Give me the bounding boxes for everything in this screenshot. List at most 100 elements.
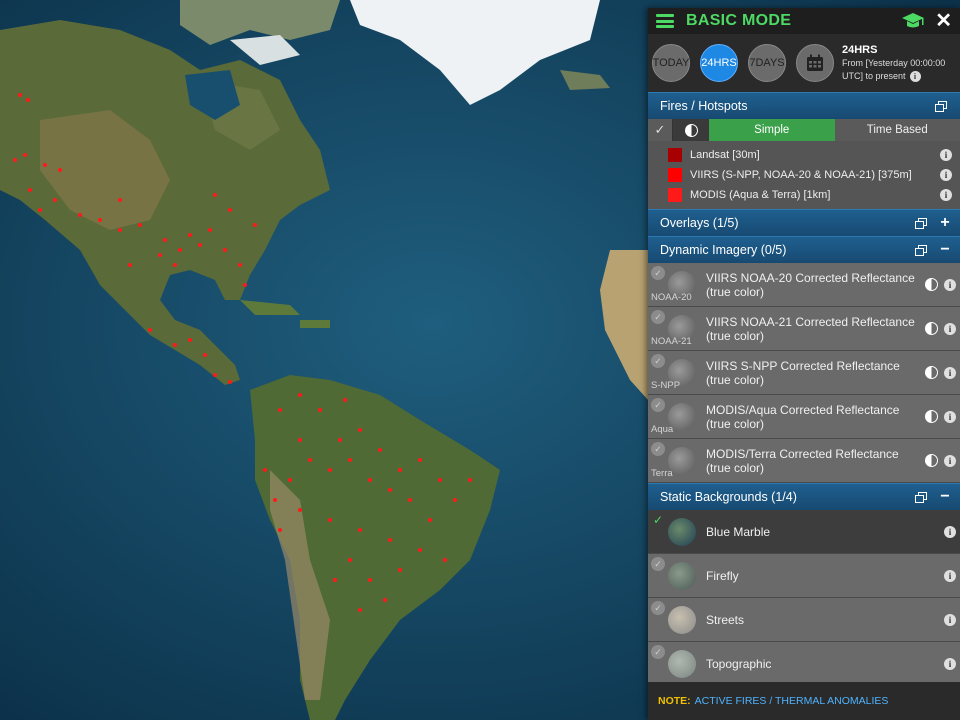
layer-tag: NOAA-21 [651, 336, 692, 347]
info-icon[interactable]: i [940, 189, 952, 201]
info-icon[interactable]: i [944, 657, 956, 670]
opacity-icon[interactable] [925, 366, 938, 379]
fires-section-header[interactable]: Fires / Hotspots [648, 92, 960, 119]
layer-item[interactable]: ✓ NOAA-20 VIIRS NOAA-20 Corrected Reflec… [648, 263, 960, 307]
info-icon[interactable]: i [944, 569, 956, 582]
dynamic-layer-list: ✓ NOAA-20 VIIRS NOAA-20 Corrected Reflec… [648, 263, 960, 483]
collapse-icon[interactable]: − [940, 488, 950, 506]
calendar-button[interactable] [796, 44, 834, 82]
note-bar: NOTE: ACTIVE FIRES / THERMAL ANOMALIES [648, 682, 960, 720]
close-icon[interactable]: ✕ [935, 11, 952, 31]
static-section-header[interactable]: Static Backgrounds (1/4) − [648, 483, 960, 510]
layer-name: Blue Marble [706, 524, 771, 539]
fires-mode-tabs: ✓ Simple Time Based [648, 119, 960, 141]
legend-item: MODIS (Aqua & Terra) [1km] i [668, 185, 960, 205]
layer-checkbox[interactable]: ✓ [651, 557, 665, 571]
legend-swatch [668, 168, 682, 182]
layer-tag: Terra [651, 468, 673, 479]
info-icon[interactable]: i [944, 322, 956, 335]
layer-thumbnail [668, 605, 696, 634]
menu-icon[interactable] [656, 14, 674, 28]
24hrs-button[interactable]: 24HRS [700, 44, 738, 82]
info-icon[interactable]: i [940, 169, 952, 181]
copy-icon[interactable] [915, 492, 927, 503]
time-range-bar: TODAY 24HRS 7DAYS 24HRS From [Yesterday … [648, 34, 960, 92]
calendar-icon [807, 54, 823, 71]
layer-checkbox[interactable]: ✓ [651, 513, 665, 527]
layer-name: Streets [706, 612, 745, 627]
select-all-checkbox[interactable]: ✓ [648, 119, 673, 141]
note-link[interactable]: ACTIVE FIRES / THERMAL ANOMALIES [695, 695, 889, 707]
7days-button[interactable]: 7DAYS [748, 44, 786, 82]
legend-label: Landsat [30m] [690, 149, 760, 161]
collapse-icon[interactable]: − [940, 241, 950, 259]
fires-legend: Landsat [30m] i VIIRS (S-NPP, NOAA-20 & … [648, 141, 960, 209]
layer-name: Topographic [706, 656, 772, 671]
layer-checkbox[interactable]: ✓ [651, 398, 665, 412]
tab-simple[interactable]: Simple [709, 119, 835, 141]
info-icon[interactable]: i [944, 366, 956, 379]
layer-name: MODIS/Terra Corrected Reflectance (true … [706, 446, 899, 475]
layer-item[interactable]: ✓ Topographic i [648, 642, 960, 686]
layer-name: VIIRS S-NPP Corrected Reflectance (true … [706, 358, 900, 387]
legend-label: MODIS (Aqua & Terra) [1km] [690, 189, 831, 201]
legend-item: VIIRS (S-NPP, NOAA-20 & NOAA-21) [375m] … [668, 165, 960, 185]
legend-item: Landsat [30m] i [668, 145, 960, 165]
panel-header: BASIC MODE ✕ [648, 8, 960, 34]
contrast-toggle[interactable] [673, 119, 709, 141]
overlays-section-header[interactable]: Overlays (1/5) + [648, 209, 960, 236]
layer-checkbox[interactable]: ✓ [651, 354, 665, 368]
info-icon[interactable]: i [944, 613, 956, 626]
layer-thumbnail [668, 561, 696, 590]
layer-tag: NOAA-20 [651, 292, 692, 303]
mode-title: BASIC MODE [686, 12, 792, 29]
layer-checkbox[interactable]: ✓ [651, 266, 665, 280]
opacity-icon[interactable] [925, 410, 938, 423]
legend-label: VIIRS (S-NPP, NOAA-20 & NOAA-21) [375m] [690, 169, 912, 181]
opacity-icon[interactable] [925, 278, 938, 291]
range-line-2: UTC] to present [842, 70, 906, 81]
range-title: 24HRS [842, 43, 878, 56]
opacity-icon[interactable] [925, 454, 938, 467]
layer-checkbox[interactable]: ✓ [651, 645, 665, 659]
legend-swatch [668, 188, 682, 202]
layer-thumbnail [668, 517, 696, 546]
layer-checkbox[interactable]: ✓ [651, 310, 665, 324]
info-icon[interactable]: i [944, 278, 956, 291]
legend-swatch [668, 148, 682, 162]
layer-name: Firefly [706, 568, 739, 583]
layer-name: VIIRS NOAA-20 Corrected Reflectance (tru… [706, 270, 915, 299]
layer-item[interactable]: ✓ NOAA-21 VIIRS NOAA-21 Corrected Reflec… [648, 307, 960, 351]
tab-time-based[interactable]: Time Based [834, 119, 960, 141]
copy-icon[interactable] [915, 245, 927, 256]
info-icon[interactable]: i [909, 70, 921, 82]
range-line-1: From [Yesterday 00:00:00 [842, 57, 946, 68]
opacity-icon[interactable] [925, 322, 938, 335]
layer-tag: Aqua [651, 424, 674, 435]
note-label: NOTE: [658, 695, 691, 707]
info-icon[interactable]: i [940, 149, 952, 161]
contrast-icon [684, 123, 698, 137]
layer-item[interactable]: ✓ S-NPP VIIRS S-NPP Corrected Reflectanc… [648, 351, 960, 395]
graduation-cap-icon[interactable] [901, 12, 925, 30]
layer-name: MODIS/Aqua Corrected Reflectance (true c… [706, 402, 900, 431]
fires-section-title: Fires / Hotspots [660, 99, 748, 113]
info-icon[interactable]: i [944, 454, 956, 467]
layer-panel: BASIC MODE ✕ TODAY 24HRS 7DAYS 24HRS Fro… [648, 8, 960, 720]
layer-checkbox[interactable]: ✓ [651, 601, 665, 615]
layer-item[interactable]: ✓ Firefly i [648, 554, 960, 598]
copy-icon[interactable] [935, 101, 947, 112]
layer-checkbox[interactable]: ✓ [651, 442, 665, 456]
copy-icon[interactable] [915, 218, 927, 229]
layer-item[interactable]: ✓ Streets i [648, 598, 960, 642]
time-range-info: 24HRS From [Yesterday 00:00:00 UTC] to p… [842, 44, 945, 83]
layer-item[interactable]: ✓ Aqua MODIS/Aqua Corrected Reflectance … [648, 395, 960, 439]
layer-item[interactable]: ✓ Terra MODIS/Terra Corrected Reflectanc… [648, 439, 960, 483]
today-button[interactable]: TODAY [652, 44, 690, 82]
info-icon[interactable]: i [944, 410, 956, 423]
info-icon[interactable]: i [944, 525, 956, 538]
static-layer-list: ✓ Blue Marble i ✓ Firefly i ✓ Streets i … [648, 510, 960, 686]
expand-icon[interactable]: + [940, 214, 950, 232]
layer-item[interactable]: ✓ Blue Marble i [648, 510, 960, 554]
dynamic-section-header[interactable]: Dynamic Imagery (0/5) − [648, 236, 960, 263]
